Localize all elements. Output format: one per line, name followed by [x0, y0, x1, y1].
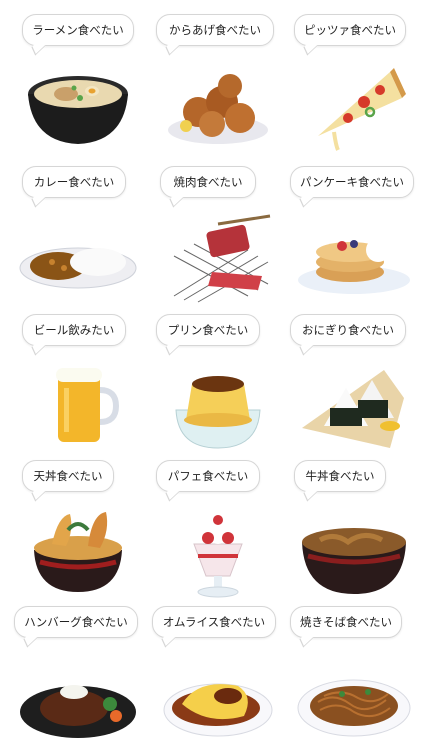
sticker-tendon[interactable]: 天丼食べたい — [8, 460, 148, 606]
beer-icon — [18, 354, 138, 454]
ramen-icon — [18, 54, 138, 154]
speech-bubble: カレー食べたい — [22, 166, 126, 198]
yakisoba-icon — [294, 646, 414, 746]
parfait-icon — [158, 500, 278, 600]
speech-bubble: 焼きそば食べたい — [290, 606, 402, 638]
speech-bubble: パフェ食べたい — [156, 460, 260, 492]
speech-bubble: オムライス食べたい — [152, 606, 276, 638]
hamburg-icon — [18, 646, 138, 746]
speech-bubble: ピッツァ食べたい — [294, 14, 406, 46]
sticker-curry[interactable]: カレー食べたい — [8, 166, 148, 312]
speech-bubble: プリン食べたい — [156, 314, 260, 346]
karaage-icon — [158, 54, 278, 154]
speech-bubble: ビール飲みたい — [22, 314, 126, 346]
speech-bubble: ハンバーグ食べたい — [14, 606, 138, 638]
sticker-yakiniku[interactable]: 焼肉食べたい — [148, 166, 288, 312]
sticker-pudding[interactable]: プリン食べたい — [148, 314, 288, 460]
sticker-pizza[interactable]: ピッツァ食べたい — [284, 14, 422, 160]
tendon-icon — [18, 500, 138, 600]
speech-bubble: 牛丼食べたい — [294, 460, 386, 492]
sticker-karaage[interactable]: からあげ食べたい — [148, 14, 288, 160]
onigiri-icon — [294, 354, 414, 454]
pancake-icon — [294, 206, 414, 306]
curry-icon — [18, 206, 138, 306]
sticker-hamburg[interactable]: ハンバーグ食べたい — [8, 606, 148, 750]
sticker-onigiri[interactable]: おにぎり食べたい — [284, 314, 422, 460]
speech-bubble: からあげ食べたい — [156, 14, 274, 46]
gyudon-icon — [294, 500, 414, 600]
sticker-pancake[interactable]: パンケーキ食べたい — [284, 166, 422, 312]
pudding-icon — [158, 354, 278, 454]
yakiniku-icon — [158, 206, 278, 306]
speech-bubble: パンケーキ食べたい — [290, 166, 414, 198]
omurice-icon — [158, 646, 278, 746]
speech-bubble: 天丼食べたい — [22, 460, 114, 492]
speech-bubble: おにぎり食べたい — [290, 314, 406, 346]
speech-bubble: 焼肉食べたい — [160, 166, 256, 198]
sticker-gyudon[interactable]: 牛丼食べたい — [284, 460, 422, 606]
sticker-beer[interactable]: ビール飲みたい — [8, 314, 148, 460]
sticker-grid: ラーメン食べたい からあげ食べたい ピッツァ食べたい カレー食べたい 焼肉食べた… — [0, 0, 422, 750]
sticker-yakisoba[interactable]: 焼きそば食べたい — [284, 606, 422, 750]
speech-bubble: ラーメン食べたい — [22, 14, 134, 46]
sticker-omurice[interactable]: オムライス食べたい — [148, 606, 288, 750]
sticker-parfait[interactable]: パフェ食べたい — [148, 460, 288, 606]
pizza-icon — [294, 54, 414, 154]
sticker-ramen[interactable]: ラーメン食べたい — [8, 14, 148, 160]
